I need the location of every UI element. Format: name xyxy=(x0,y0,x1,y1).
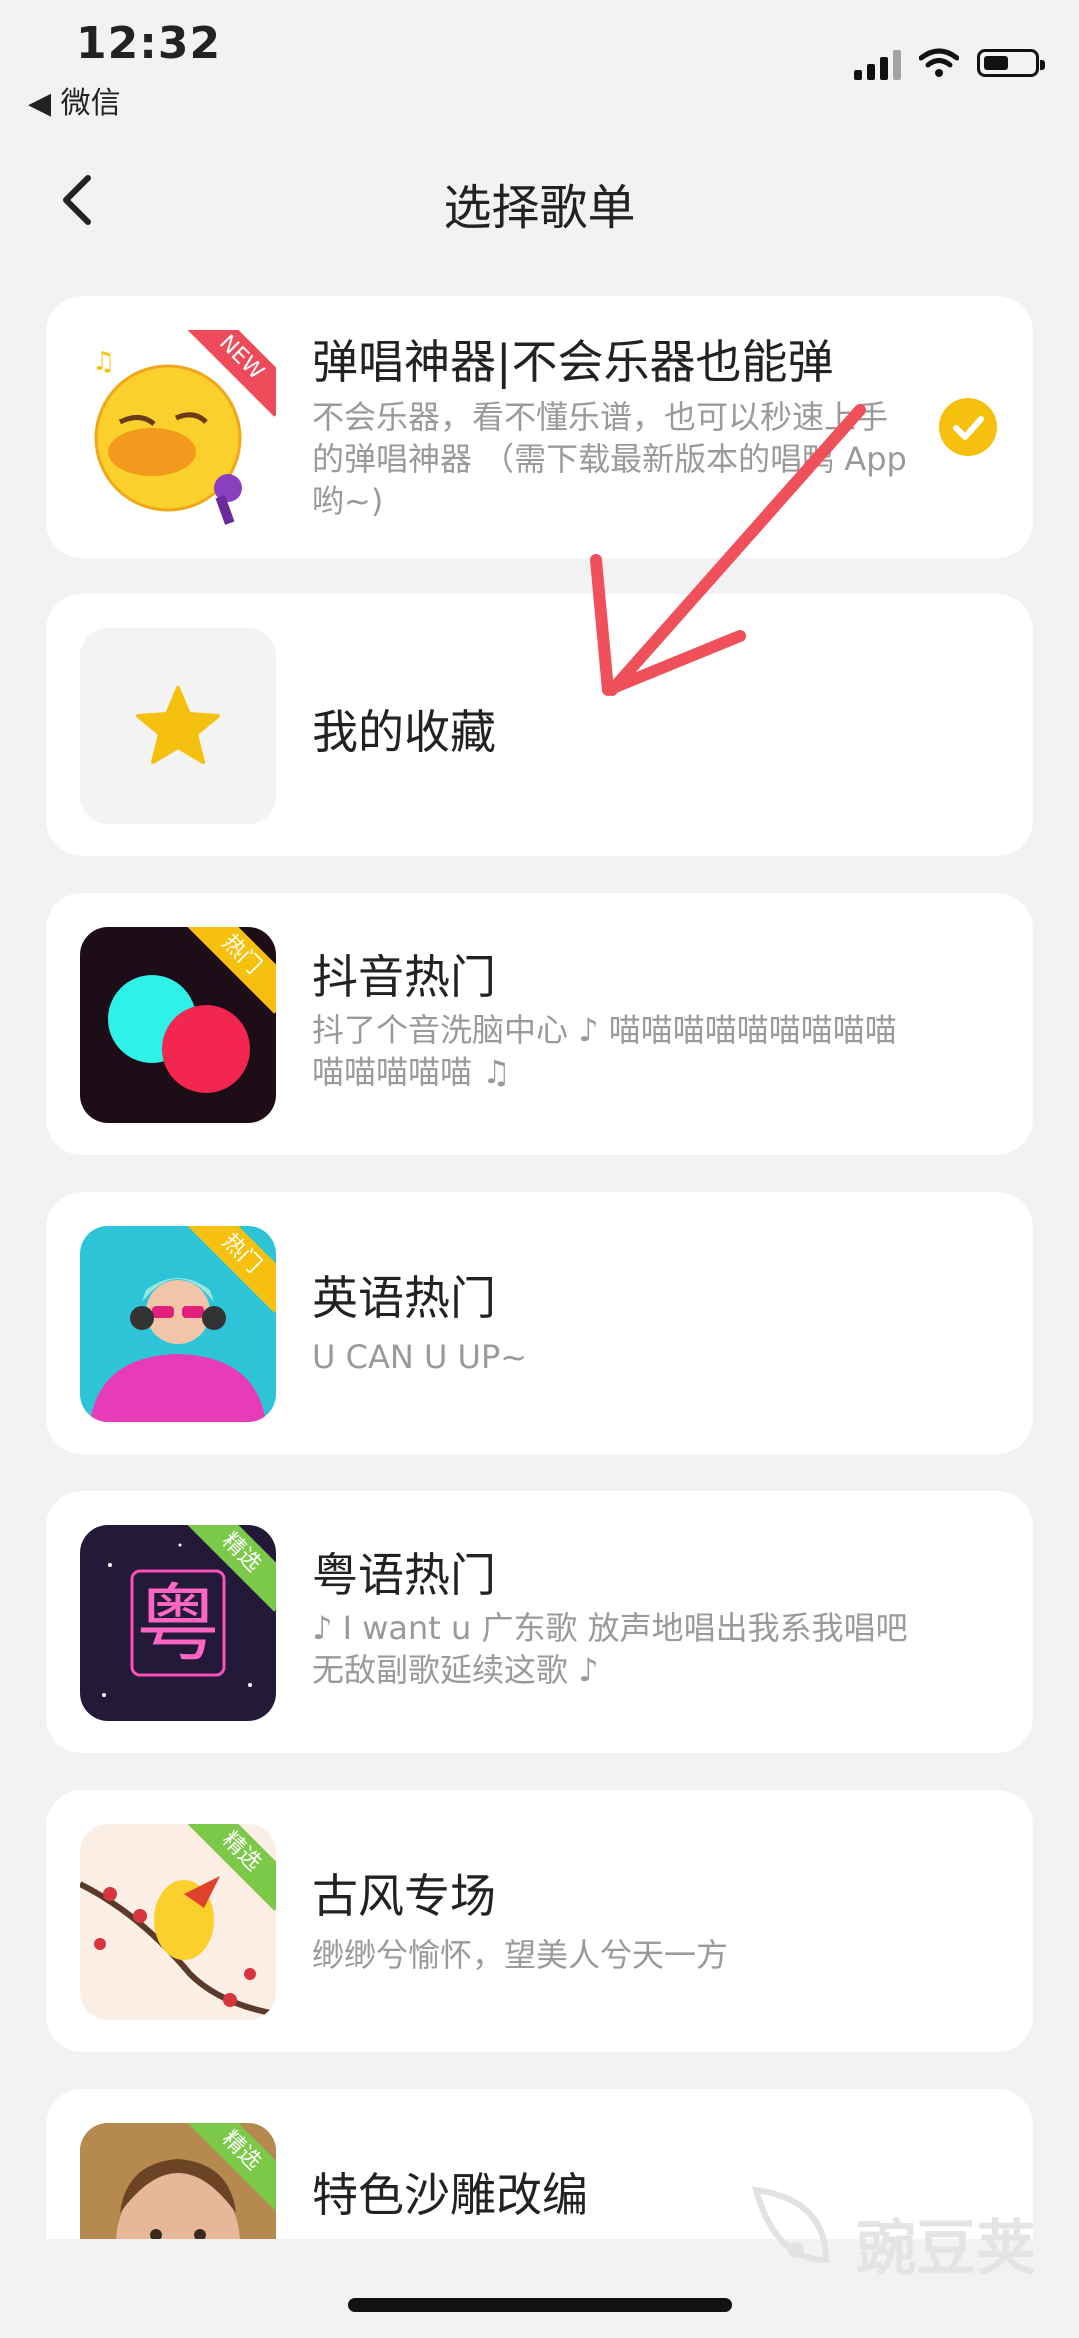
playlist-description: 不会乐器，看不懂乐谱，也可以秒速上手的弹唱神器 （需下载最新版本的唱鸭 App … xyxy=(312,398,907,520)
status-time: 12:32 xyxy=(76,18,222,69)
playlist-card-cantonese[interactable]: 粤 精选 粤语热门 ♪ I want u 广东歌 放声地唱出我系我唱吧无敌副歌延… xyxy=(46,1491,1033,1753)
ancient-style-thumbnail: 精选 xyxy=(80,1824,276,2020)
playlist-title: 抖音热门 xyxy=(312,950,496,1004)
playlist-title: 特色沙雕改编 xyxy=(312,2168,588,2222)
playlist-description: 缈缈兮愉怀，望美人兮天一方 xyxy=(312,1936,729,1974)
status-icons xyxy=(854,46,1045,80)
selected-check-icon xyxy=(939,398,997,456)
signal-icon xyxy=(854,46,901,80)
status-bar: 12:32 ◀ 微信 xyxy=(0,0,1079,130)
svg-text:♫: ♫ xyxy=(92,347,115,377)
playlist-title: 英语热门 xyxy=(312,1271,496,1325)
shadiao-thumbnail: 精选 xyxy=(80,2123,276,2239)
playlist-title: 我的收藏 xyxy=(312,705,496,759)
playlist-card-favorites[interactable]: 我的收藏 xyxy=(46,594,1033,856)
playlist-description: U CAN U UP~ xyxy=(312,1338,528,1376)
douyin-thumbnail: 热门 xyxy=(80,927,276,1123)
cantonese-thumb-text: 粤 xyxy=(136,1575,220,1673)
playlist-card-ancient-style[interactable]: 精选 古风专场 缈缈兮愉怀，望美人兮天一方 xyxy=(46,1790,1033,2052)
nav-bar: 选择歌单 xyxy=(0,150,1079,250)
playlist-title: 弹唱神器|不会乐器也能弹 xyxy=(312,335,834,389)
back-to-wechat-link[interactable]: ◀ 微信 xyxy=(28,78,121,122)
playlist-title: 粤语热门 xyxy=(312,1548,496,1602)
page-title: 选择歌单 xyxy=(443,180,636,236)
cantonese-thumbnail: 粤 精选 xyxy=(80,1525,276,1721)
watermark-leaf-icon xyxy=(751,2186,830,2264)
battery-icon xyxy=(977,49,1045,77)
star-icon xyxy=(136,686,220,764)
watermark-logo: 豌豆荚 xyxy=(736,2170,1056,2290)
home-indicator[interactable] xyxy=(348,2298,732,2312)
playlist-card-douyin[interactable]: 热门 抖音热门 抖了个音洗脑中心 ♪ 喵喵喵喵喵喵喵喵喵喵喵喵喵喵 ♫ xyxy=(46,893,1033,1155)
playlist-title: 古风专场 xyxy=(312,1869,496,1923)
duck-thumbnail: ♫ NEW xyxy=(80,330,276,526)
playlist-description: 抖了个音洗脑中心 ♪ 喵喵喵喵喵喵喵喵喵喵喵喵喵喵 ♫ xyxy=(312,1011,897,1091)
playlist-card-english[interactable]: 热门 英语热门 U CAN U UP~ xyxy=(46,1192,1033,1454)
watermark-text: 豌豆荚 xyxy=(856,2214,1036,2284)
english-thumbnail: 热门 xyxy=(80,1226,276,1422)
playlist-description: ♪ I want u 广东歌 放声地唱出我系我唱吧无敌副歌延续这歌 ♪ xyxy=(312,1609,908,1689)
favorites-thumbnail xyxy=(80,628,276,824)
playlist-card-tanchang[interactable]: ♫ NEW 弹唱神器|不会乐器也能弹 不会乐器，看不懂乐谱，也可以秒速上手的弹唱… xyxy=(46,296,1033,558)
wifi-icon xyxy=(919,48,959,77)
